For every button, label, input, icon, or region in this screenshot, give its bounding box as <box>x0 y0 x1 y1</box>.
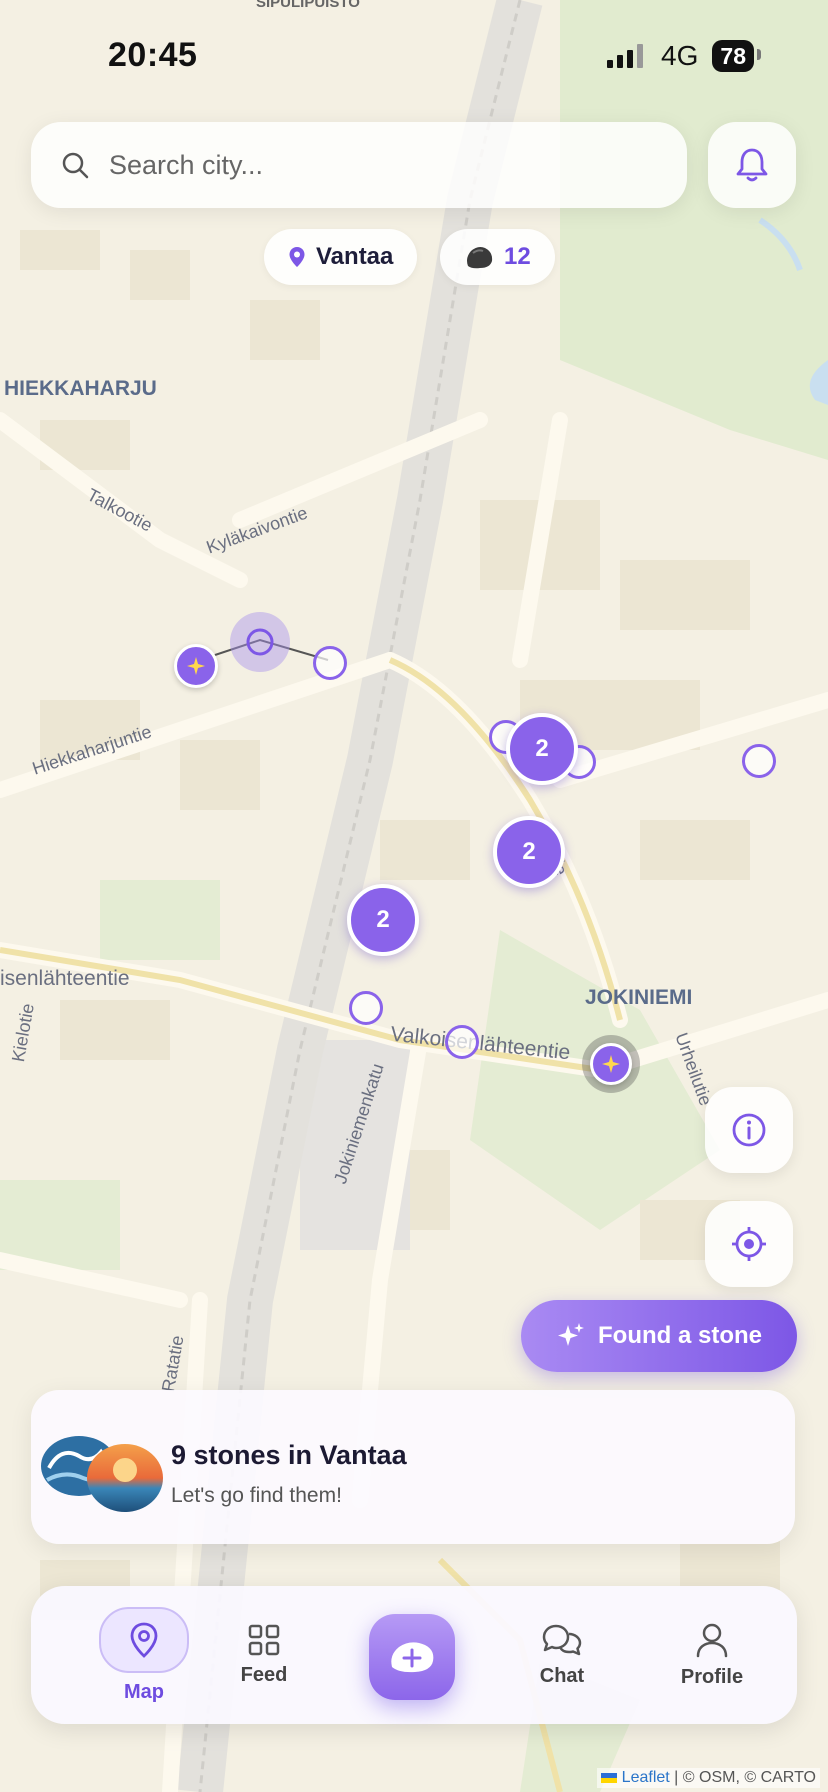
leaflet-link[interactable]: Leaflet <box>622 1769 670 1786</box>
stone-cluster[interactable]: 2 <box>506 713 578 785</box>
map-label-area: SIPULIPUISTO <box>256 0 360 11</box>
sparkles-icon <box>558 1323 584 1346</box>
nav-profile[interactable]: Profile <box>652 1586 772 1724</box>
sparkle-icon <box>187 657 205 675</box>
card-title: 9 stones in Vantaa <box>171 1440 407 1470</box>
chat-icon <box>542 1624 582 1655</box>
search-icon <box>62 152 89 179</box>
nav-map-label: Map <box>124 1680 164 1703</box>
stone-marker[interactable] <box>313 646 347 680</box>
sparkle-icon <box>602 1055 620 1073</box>
user-icon <box>696 1623 728 1657</box>
locate-me-button[interactable] <box>705 1201 793 1287</box>
map-pin-icon <box>130 1622 158 1658</box>
info-button[interactable] <box>705 1087 793 1173</box>
nav-map[interactable]: Map <box>84 1586 204 1724</box>
info-icon <box>732 1113 766 1147</box>
user-location-marker[interactable] <box>582 1035 640 1093</box>
nav-feed[interactable]: Feed <box>204 1586 324 1724</box>
stone-marker[interactable] <box>742 744 776 778</box>
user-star <box>590 1043 632 1085</box>
stone-cluster[interactable]: 2 <box>347 884 419 956</box>
stone-thumbnails <box>41 1436 163 1512</box>
crosshair-icon <box>732 1227 766 1261</box>
nav-profile-label: Profile <box>680 1665 744 1688</box>
nav-chat-label: Chat <box>539 1664 585 1687</box>
stones-summary-card[interactable]: 9 stones in Vantaa Let's go find them! <box>31 1390 795 1544</box>
map-label-district: HIEKKAHARJU <box>4 377 157 400</box>
found-stone-label: Found a stone <box>598 1322 762 1349</box>
add-stone-icon <box>391 1642 434 1673</box>
search-bar[interactable] <box>31 122 687 208</box>
nav-feed-label: Feed <box>240 1663 288 1686</box>
status-time: 20:45 <box>108 36 198 74</box>
network-type: 4G <box>661 40 699 71</box>
stone-cluster[interactable]: 2 <box>493 816 565 888</box>
grid-icon <box>248 1624 280 1655</box>
add-stone-button[interactable] <box>369 1614 455 1700</box>
location-pin-icon <box>289 247 305 267</box>
bell-icon <box>736 148 768 182</box>
map-label-street: isenlähteentie <box>0 967 130 990</box>
attribution-text: | © OSM, © CARTO <box>674 1769 816 1786</box>
city-chip[interactable]: Vantaa <box>264 229 418 285</box>
city-chip-label: Vantaa <box>316 243 394 270</box>
stone-marker[interactable] <box>349 991 383 1025</box>
stone-count-chip[interactable]: 12 <box>440 229 555 285</box>
battery-indicator: 78 <box>712 40 761 72</box>
flag-icon <box>601 1772 618 1783</box>
nav-chat[interactable]: Chat <box>502 1586 622 1724</box>
search-input[interactable] <box>107 148 631 182</box>
status-indicators: 4G 78 <box>607 40 761 72</box>
bottom-nav: Map Feed Chat Profile <box>31 1586 797 1724</box>
stone-icon <box>467 247 493 269</box>
stone-marker-star[interactable] <box>174 644 218 688</box>
map-label-district: JOKINIEMI <box>585 986 693 1009</box>
signal-icon <box>607 44 644 68</box>
card-subtitle: Let's go find them! <box>171 1484 342 1507</box>
stone-count-label: 12 <box>504 243 531 270</box>
found-stone-button[interactable]: Found a stone <box>521 1300 797 1372</box>
nav-map-highlight <box>99 1606 189 1673</box>
notifications-button[interactable] <box>708 122 796 208</box>
map-attribution: Leaflet | © OSM, © CARTO <box>597 1768 820 1788</box>
stone-marker[interactable] <box>445 1025 479 1059</box>
